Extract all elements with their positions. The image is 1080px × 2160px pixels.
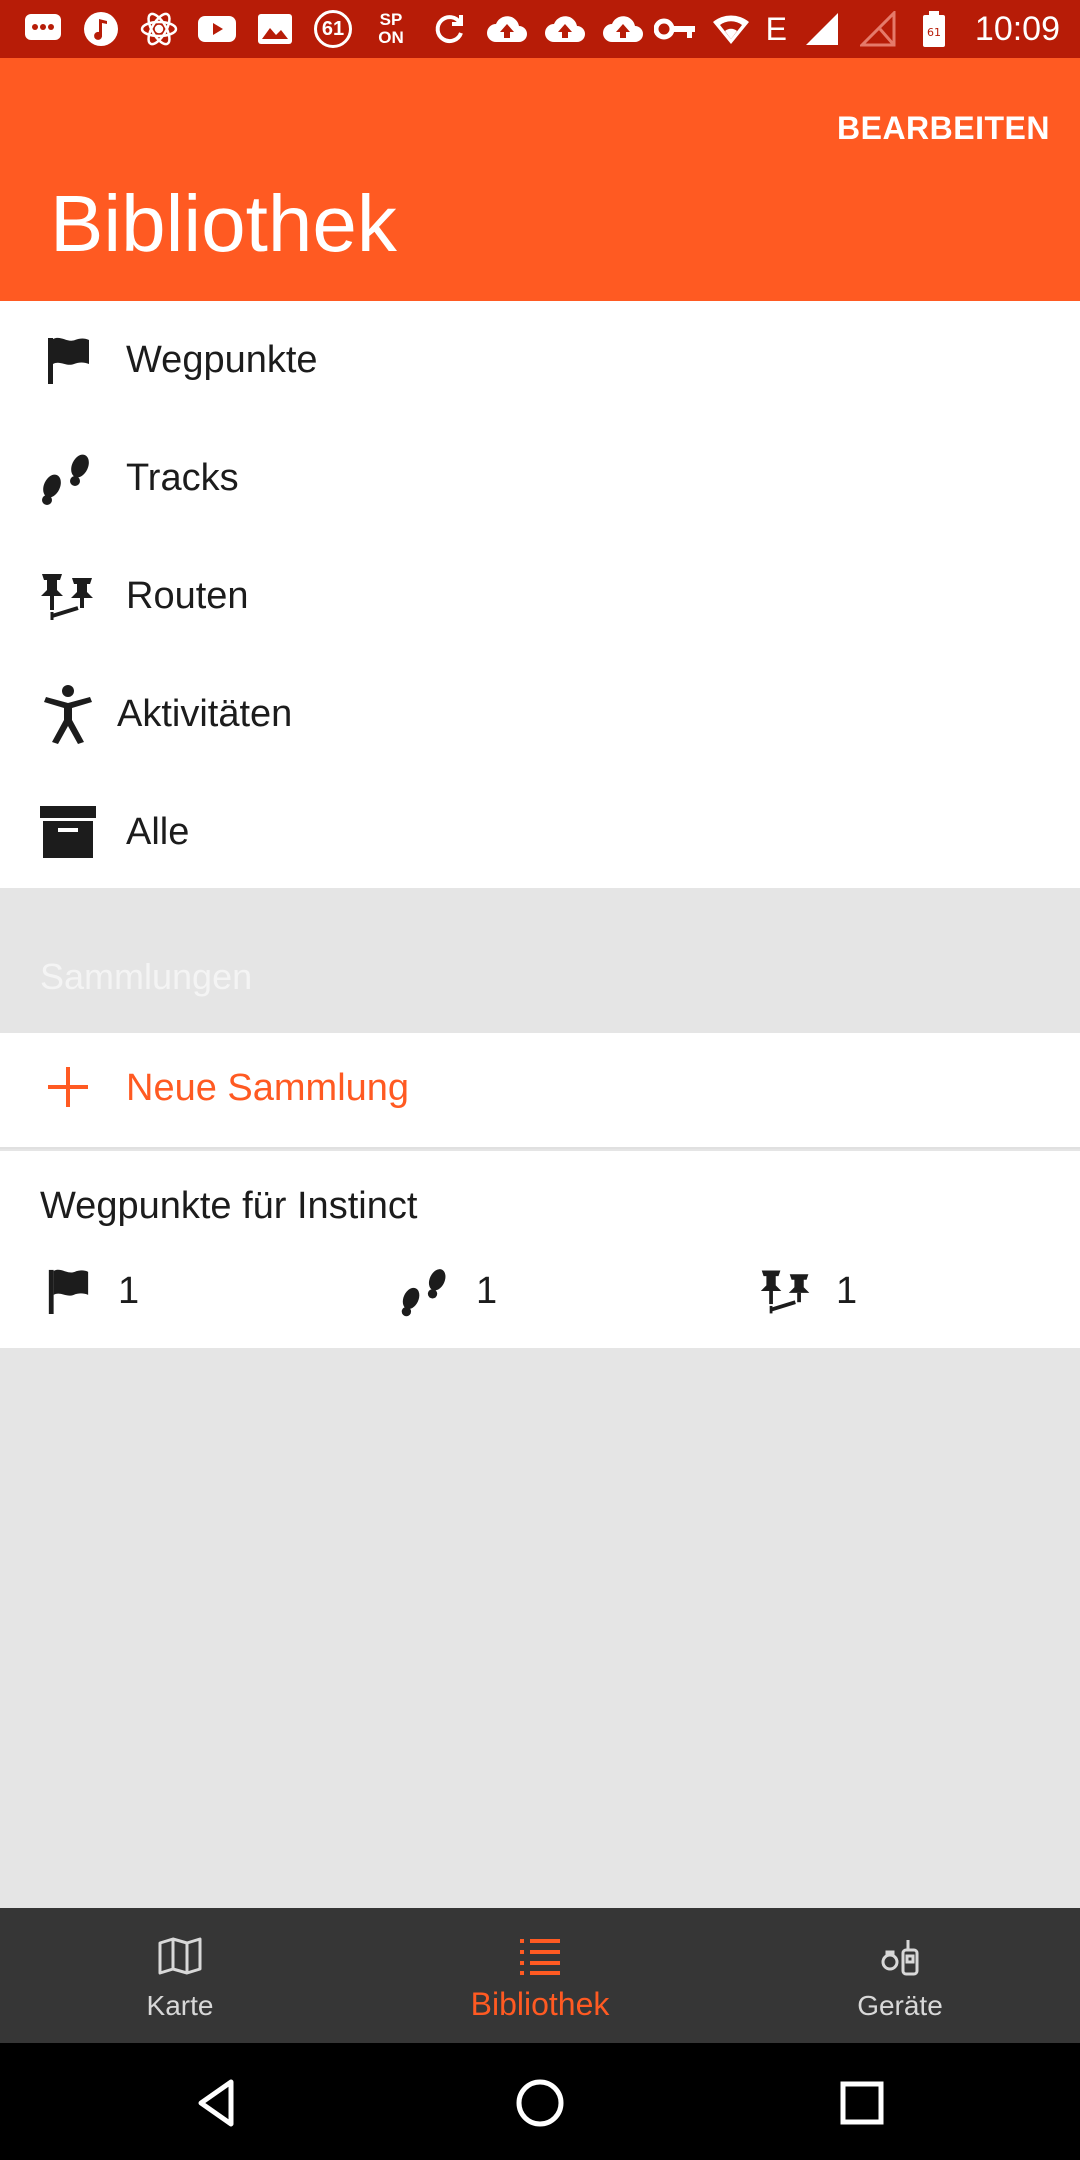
badge-61-icon: 61: [312, 8, 354, 50]
wifi-icon: [710, 8, 752, 50]
list-item-routen[interactable]: Routen: [0, 537, 1080, 655]
image-icon: [254, 8, 296, 50]
sync-icon: [428, 8, 470, 50]
status-bar: 61 SP ON E 61 10:09: [0, 0, 1080, 58]
nav-tab-geraete[interactable]: Geräte: [720, 1908, 1080, 2043]
page-title: Bibliothek: [50, 179, 397, 268]
clock-text: 10:09: [974, 9, 1060, 48]
collection-item[interactable]: Wegpunkte für Instinct 1 1 1: [0, 1151, 1080, 1348]
battery-icon: 61: [913, 8, 955, 50]
new-collection-label: Neue Sammlung: [126, 1067, 410, 1109]
person-icon: [38, 684, 98, 744]
flag-icon: [40, 1263, 96, 1319]
collection-waypoint-count: 1: [40, 1263, 139, 1319]
list-item-label: Alle: [126, 810, 190, 853]
signal-icon: [801, 8, 843, 50]
list-item-wegpunkte[interactable]: Wegpunkte: [0, 301, 1080, 419]
cloud-upload-icon: [602, 8, 644, 50]
list-item-label: Tracks: [126, 456, 239, 499]
app-bar: BEARBEITEN Bibliothek: [0, 58, 1080, 301]
map-icon: [155, 1934, 205, 1978]
chat-icon: [22, 8, 64, 50]
system-icons: E 61 10:09: [653, 8, 1060, 50]
new-collection-button[interactable]: Neue Sammlung: [0, 1033, 1080, 1149]
devices-icon: [875, 1934, 925, 1978]
nav-tab-label: Karte: [146, 1990, 214, 2021]
recents-icon[interactable]: [832, 2073, 892, 2133]
list-item-label: Aktivitäten: [117, 692, 293, 735]
atom-icon: [138, 8, 180, 50]
nav-tab-bibliothek[interactable]: Bibliothek: [360, 1908, 720, 2043]
sp-line1: SP: [379, 10, 403, 29]
badge-61-text: 61: [314, 10, 352, 48]
nav-tab-label: Bibliothek: [470, 1986, 610, 2022]
list-item-alle[interactable]: Alle: [0, 773, 1080, 891]
route-pins-icon: [38, 566, 98, 626]
network-type-text: E: [765, 10, 787, 47]
footprints-icon: [398, 1263, 454, 1319]
archive-box-icon: [38, 802, 98, 862]
waypoint-count: 1: [118, 1269, 140, 1312]
youtube-icon: [196, 8, 238, 50]
list-item-label: Wegpunkte: [126, 338, 318, 381]
route-pins-icon: [758, 1263, 814, 1319]
nav-tab-label: Geräte: [857, 1990, 943, 2021]
music-icon: [80, 8, 122, 50]
notification-icons: 61 SP ON: [22, 8, 644, 50]
collection-route-count: 1: [758, 1263, 857, 1319]
track-count: 1: [476, 1269, 498, 1312]
back-icon[interactable]: [188, 2073, 248, 2133]
sp-on-icon: SP ON: [370, 8, 412, 50]
edit-button[interactable]: BEARBEITEN: [837, 110, 1050, 147]
sp-line2: ON: [378, 28, 404, 47]
collection-name: Wegpunkte für Instinct: [40, 1185, 418, 1227]
collections-header-text: Sammlungen: [40, 956, 253, 997]
svg-text:61: 61: [927, 26, 941, 39]
list-item-label: Routen: [126, 574, 249, 617]
bottom-navigation: Karte Bibliothek Geräte: [0, 1908, 1080, 2043]
flag-icon: [38, 330, 98, 390]
list-item-tracks[interactable]: Tracks: [0, 419, 1080, 537]
system-navigation-bar: [0, 2043, 1080, 2160]
list-icon: [515, 1934, 565, 1978]
nav-tab-karte[interactable]: Karte: [0, 1908, 360, 2043]
cloud-upload-icon: [486, 8, 528, 50]
vpn-key-icon: [653, 8, 696, 50]
collections-section-header: Sammlungen: [0, 888, 1080, 1033]
cloud-upload-icon: [544, 8, 586, 50]
route-count: 1: [836, 1269, 858, 1312]
footprints-icon: [38, 448, 98, 508]
plus-icon: [48, 1067, 88, 1107]
library-category-list: Wegpunkte Tracks Routen Aktivitäten Alle: [0, 301, 1080, 888]
collection-track-count: 1: [398, 1263, 497, 1319]
list-item-aktivitaeten[interactable]: Aktivitäten: [0, 655, 1080, 773]
home-icon[interactable]: [510, 2073, 570, 2133]
signal-empty-icon: [857, 8, 899, 50]
